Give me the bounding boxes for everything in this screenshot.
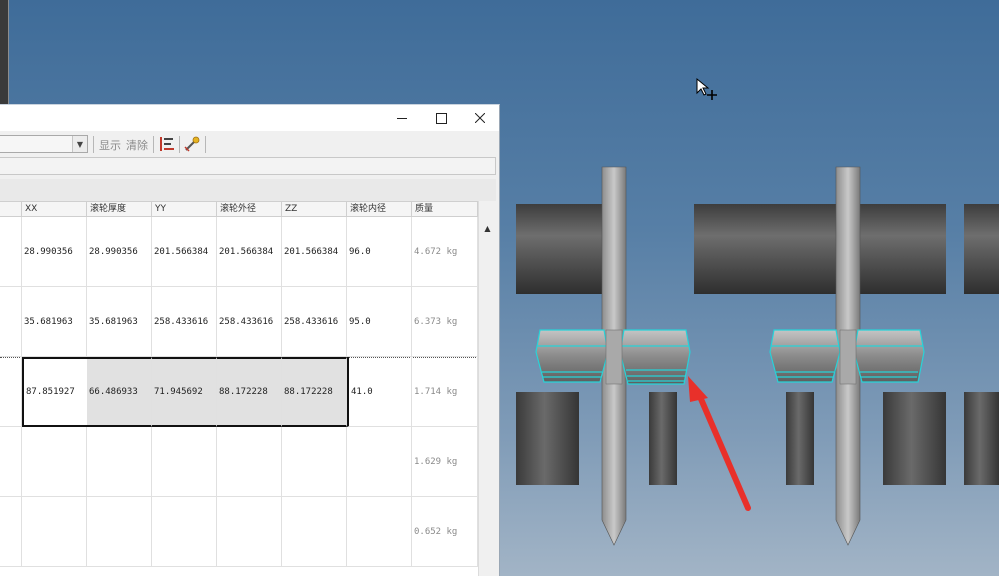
annotation-arrow <box>688 376 751 511</box>
column-header[interactable]: 滚轮外径 <box>217 202 282 217</box>
table-cell[interactable]: 28.990356 <box>87 217 152 287</box>
chevron-down-icon[interactable]: ▼ <box>72 136 87 152</box>
table-row[interactable]: 28.990356 28.990356 201.566384 201.56638… <box>0 217 478 287</box>
table-cell-selected[interactable]: 88.172228 <box>282 357 347 427</box>
table-row-selected[interactable]: 87.851927 66.486933 71.945692 88.172228 … <box>0 357 478 427</box>
table-cell-focused[interactable]: 87.851927 <box>22 357 87 427</box>
mass-cell[interactable]: 0.652 kg <box>412 497 478 567</box>
table-row[interactable]: 0.652 kg <box>0 497 478 567</box>
upper-shaft-middle <box>694 204 946 294</box>
column-header[interactable]: 滚轮内径 <box>347 202 412 217</box>
close-icon <box>475 113 485 123</box>
table-cell[interactable] <box>87 427 152 497</box>
roller-1 <box>535 329 609 383</box>
column-header[interactable]: ZZ <box>282 202 347 217</box>
table-cell[interactable] <box>347 497 412 567</box>
table-cell-selected[interactable]: 88.172228 <box>217 357 282 427</box>
table-cell[interactable]: 258.433616 <box>217 287 282 357</box>
chart-list-icon[interactable] <box>158 135 176 153</box>
table-cell[interactable] <box>347 427 412 497</box>
lower-block-2 <box>649 392 677 485</box>
table-cell[interactable] <box>152 427 217 497</box>
grid-caption-bar <box>0 179 496 202</box>
table-cell[interactable] <box>152 497 217 567</box>
mass-cell[interactable]: 1.629 kg <box>412 427 478 497</box>
toolbar-separator <box>179 136 180 153</box>
upper-shaft-right <box>964 204 999 294</box>
mass-cell[interactable]: 6.373 kg <box>412 287 478 357</box>
table-cell[interactable]: 96.0 <box>347 217 412 287</box>
toolbar-separator <box>93 136 94 153</box>
toolbar-separator <box>205 136 206 153</box>
table-cell[interactable]: 258.433616 <box>282 287 347 357</box>
table-cell[interactable]: 35.681963 <box>87 287 152 357</box>
lower-block-4 <box>883 392 946 485</box>
maximize-icon <box>435 112 447 124</box>
maximize-button[interactable] <box>421 105 461 131</box>
roller-4 <box>853 329 925 383</box>
row-header-corner <box>0 202 22 217</box>
dialog-titlebar[interactable] <box>0 105 499 131</box>
column-header[interactable]: XX <box>22 202 87 217</box>
column-header[interactable]: 质量 <box>412 202 478 217</box>
close-button[interactable] <box>460 105 499 131</box>
filter-bar[interactable] <box>0 157 496 175</box>
upper-shaft-left <box>516 204 610 294</box>
table-cell[interactable] <box>217 427 282 497</box>
table-cell[interactable]: 201.566384 <box>217 217 282 287</box>
table-cell[interactable] <box>282 497 347 567</box>
part-combo[interactable]: ▼ <box>0 135 88 153</box>
column-header[interactable]: 滚轮厚度 <box>87 202 152 217</box>
data-grid: XX 滚轮厚度 YY 滚轮外径 ZZ 滚轮内径 质量 28.990356 28.… <box>0 201 478 576</box>
table-cell[interactable] <box>22 497 87 567</box>
settings-wand-icon[interactable] <box>183 135 201 153</box>
table-cell[interactable]: 28.990356 <box>22 217 87 287</box>
table-cell[interactable] <box>217 497 282 567</box>
scroll-up-icon[interactable]: ▲ <box>479 221 496 235</box>
lower-block-5 <box>964 392 999 485</box>
show-button[interactable]: 显示 <box>99 137 121 153</box>
table-cell[interactable]: 35.681963 <box>22 287 87 357</box>
clear-button[interactable]: 清除 <box>126 137 148 153</box>
table-cell[interactable]: 95.0 <box>347 287 412 357</box>
table-cell[interactable] <box>282 427 347 497</box>
table-cell[interactable] <box>87 497 152 567</box>
mass-cell[interactable]: 1.714 kg <box>412 357 478 427</box>
lower-block-1 <box>516 392 579 485</box>
roller-2 <box>619 329 691 385</box>
column-header[interactable]: YY <box>152 202 217 217</box>
vertical-scrollbar[interactable]: ▲ <box>478 201 497 576</box>
roller-dialog-window: ▼ 显示 清除 XX 滚轮厚度 YY 滚轮外径 ZZ 滚轮内径 质量 28.99… <box>0 104 500 576</box>
table-cell[interactable]: 258.433616 <box>152 287 217 357</box>
minimize-button[interactable] <box>382 105 422 131</box>
table-cell-selected[interactable]: 71.945692 <box>152 357 217 427</box>
table-cell[interactable] <box>22 427 87 497</box>
toolbar-separator <box>153 136 154 153</box>
roller-3 <box>769 329 841 383</box>
table-cell[interactable]: 41.0 <box>347 357 412 427</box>
table-row[interactable]: 35.681963 35.681963 258.433616 258.43361… <box>0 287 478 357</box>
minimize-icon <box>397 117 407 119</box>
table-cell[interactable]: 201.566384 <box>152 217 217 287</box>
table-cell[interactable]: 201.566384 <box>282 217 347 287</box>
mass-cell[interactable]: 4.672 kg <box>412 217 478 287</box>
table-cell-selected[interactable]: 66.486933 <box>87 357 152 427</box>
dialog-toolbar: ▼ 显示 清除 <box>0 132 499 157</box>
cursor-move-icon <box>696 77 717 100</box>
lower-block-3 <box>786 392 814 485</box>
table-row[interactable]: 1.629 kg <box>0 427 478 497</box>
